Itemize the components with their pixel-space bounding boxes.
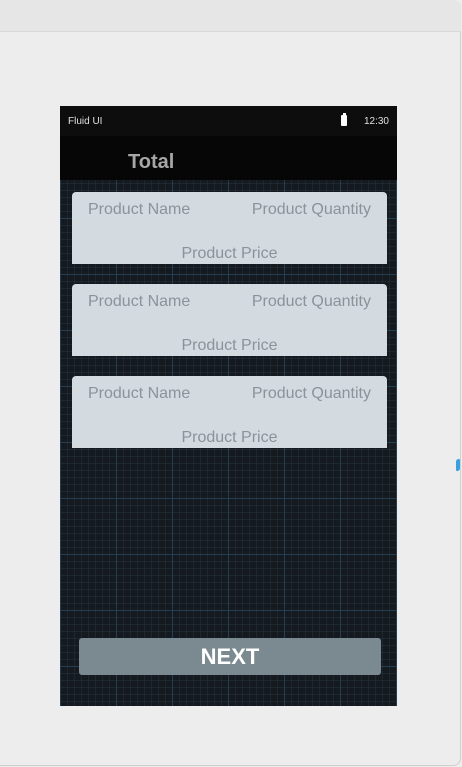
product-quantity: Product Quantity (251, 201, 371, 218)
page-title: Total (128, 151, 175, 173)
product-name: Product Name (88, 385, 191, 402)
product-price: Product Price (181, 337, 278, 354)
product-card[interactable]: Product Name Product Quantity Product Pr… (72, 192, 387, 264)
product-price: Product Price (181, 429, 278, 446)
status-bar: Fluid UI 12:30 (60, 106, 397, 136)
product-name: Product Name (88, 201, 191, 218)
product-name: Product Name (88, 293, 191, 310)
phone-screen: Fluid UI 12:30 Total Product Name Produc… (60, 106, 397, 706)
battery-icon (341, 113, 347, 126)
status-time: 12:30 (363, 116, 389, 127)
title-bar (60, 136, 397, 180)
editor-top-bar (0, 0, 461, 32)
product-quantity: Product Quantity (251, 385, 371, 402)
product-card[interactable]: Product Name Product Quantity Product Pr… (72, 284, 387, 356)
product-card[interactable]: Product Name Product Quantity Product Pr… (72, 376, 387, 448)
status-app-name: Fluid UI (68, 116, 103, 127)
product-quantity: Product Quantity (251, 293, 371, 310)
next-button[interactable]: NEXT (79, 638, 381, 675)
edge-marker (456, 458, 460, 472)
product-price: Product Price (181, 245, 278, 262)
